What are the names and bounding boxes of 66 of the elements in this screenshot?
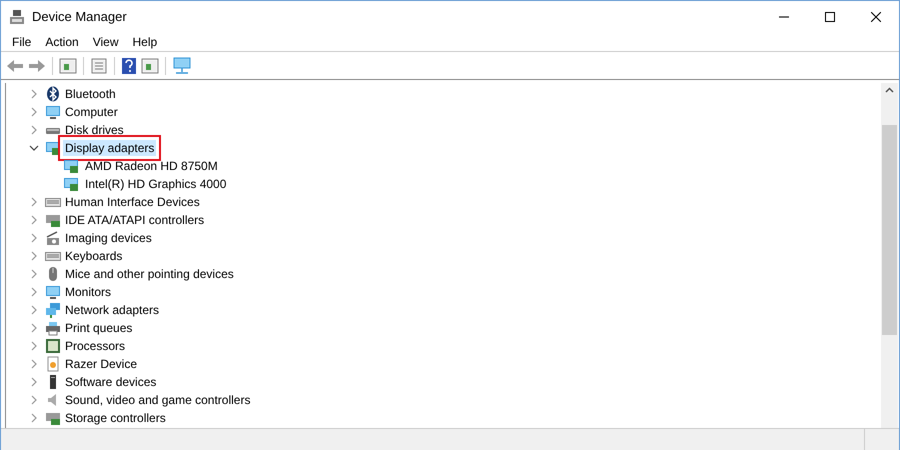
tree-item[interactable]: Imaging devices bbox=[63, 230, 154, 246]
forward-arrow-icon[interactable] bbox=[28, 58, 46, 72]
expand-chevron-icon[interactable] bbox=[29, 215, 39, 225]
tree-item[interactable]: Bluetooth bbox=[63, 86, 118, 102]
properties-icon[interactable] bbox=[90, 58, 108, 74]
expand-chevron-icon[interactable] bbox=[29, 377, 39, 387]
expand-chevron-icon[interactable] bbox=[29, 413, 39, 423]
display-card-icon bbox=[63, 158, 79, 174]
menu-item[interactable]: Action bbox=[38, 32, 86, 50]
tree-item[interactable]: Storage controllers bbox=[63, 410, 168, 426]
tree-item[interactable]: Keyboards bbox=[63, 248, 124, 264]
panel-icon[interactable] bbox=[59, 58, 77, 74]
tree-item[interactable]: Display adapters bbox=[63, 140, 156, 156]
panel-icon[interactable] bbox=[141, 58, 159, 74]
chip-icon bbox=[45, 338, 61, 354]
monitor-icon bbox=[45, 104, 61, 120]
tree-item[interactable]: Print queues bbox=[63, 320, 134, 336]
display-card-icon bbox=[63, 176, 79, 192]
tree-item[interactable]: Computer bbox=[63, 104, 120, 120]
maximize-icon bbox=[825, 12, 835, 22]
back-arrow-icon[interactable] bbox=[6, 58, 24, 72]
camera-icon bbox=[45, 230, 61, 246]
close-icon bbox=[871, 12, 881, 22]
expand-chevron-icon[interactable] bbox=[29, 197, 39, 207]
tree-item[interactable]: Processors bbox=[63, 338, 128, 354]
expand-chevron-icon[interactable] bbox=[29, 107, 39, 117]
tree-item[interactable]: Intel(R) HD Graphics 4000 bbox=[83, 175, 228, 193]
tree-item[interactable]: AMD Radeon HD 8750M bbox=[83, 157, 220, 175]
expand-chevron-icon[interactable] bbox=[29, 251, 39, 261]
expand-chevron-icon[interactable] bbox=[29, 305, 39, 315]
menu-item[interactable]: View bbox=[86, 32, 126, 50]
expand-chevron-icon[interactable] bbox=[29, 125, 39, 135]
expand-chevron-icon[interactable] bbox=[29, 395, 39, 405]
bluetooth-icon bbox=[45, 86, 61, 102]
app-icon bbox=[9, 8, 25, 24]
expand-chevron-icon[interactable] bbox=[29, 233, 39, 243]
tree-item[interactable]: Mice and other pointing devices bbox=[63, 266, 236, 282]
printer-icon bbox=[45, 320, 61, 336]
monitor-icon[interactable] bbox=[172, 56, 192, 74]
menu-item[interactable]: File bbox=[5, 32, 38, 50]
controller-card-icon bbox=[45, 410, 61, 426]
display-card-icon bbox=[45, 140, 61, 156]
tree-item[interactable]: Network adapters bbox=[63, 302, 162, 318]
expand-chevron-icon[interactable] bbox=[29, 341, 39, 351]
tree-item[interactable]: IDE ATA/ATAPI controllers bbox=[63, 212, 206, 228]
tree-item[interactable]: Monitors bbox=[63, 284, 114, 300]
expand-chevron-icon[interactable] bbox=[29, 89, 39, 99]
tree-item[interactable]: Razer Device bbox=[63, 356, 140, 372]
tree-item[interactable]: Human Interface Devices bbox=[63, 194, 202, 210]
network-icon bbox=[45, 302, 61, 318]
window-title: Device Manager bbox=[32, 8, 127, 26]
tree-item[interactable]: Sound, video and game controllers bbox=[63, 392, 252, 408]
vertical-scrollbar[interactable] bbox=[881, 83, 898, 428]
menu-item[interactable]: Help bbox=[126, 32, 164, 50]
expand-chevron-icon[interactable] bbox=[29, 359, 39, 369]
collapse-chevron-icon[interactable] bbox=[29, 143, 39, 153]
tree-item[interactable]: Disk drives bbox=[63, 122, 126, 138]
document-icon bbox=[45, 356, 61, 372]
monitor-icon bbox=[45, 284, 61, 300]
tree-item[interactable]: Software devices bbox=[63, 374, 158, 390]
expand-chevron-icon[interactable] bbox=[29, 287, 39, 297]
expand-chevron-icon[interactable] bbox=[29, 323, 39, 333]
help-icon[interactable] bbox=[121, 56, 137, 74]
controller-card-icon bbox=[45, 212, 61, 228]
scroll-thumb[interactable] bbox=[882, 125, 897, 335]
expand-chevron-icon[interactable] bbox=[29, 269, 39, 279]
